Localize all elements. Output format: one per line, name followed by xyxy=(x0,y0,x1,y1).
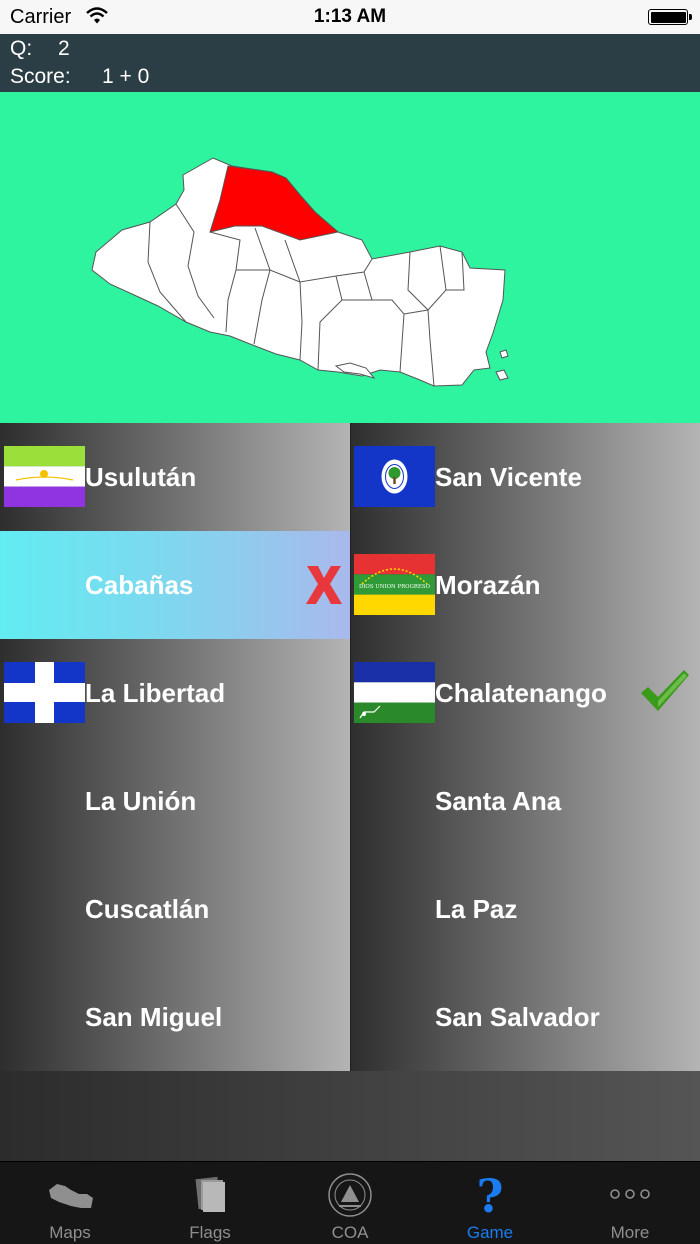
chalatenango-flag-icon xyxy=(354,662,435,723)
flags-icon xyxy=(195,1176,225,1212)
svg-text:?: ? xyxy=(477,1172,504,1218)
question-row: Q: 2 xyxy=(10,35,70,63)
tab-maps[interactable]: Maps xyxy=(0,1162,140,1244)
map-icon xyxy=(49,1184,93,1208)
question-mark-icon: ? xyxy=(477,1172,504,1218)
score-row: Score: 1 + 0 xyxy=(10,63,149,91)
answer-option-usulutan[interactable]: Usulután xyxy=(0,423,350,531)
score-value: 1 + 0 xyxy=(102,65,150,88)
la-libertad-flag-icon xyxy=(4,662,85,723)
background-filler xyxy=(0,1071,700,1161)
san-vicente-flag-icon xyxy=(354,446,435,507)
coat-of-arms-icon xyxy=(328,1173,372,1217)
battery-icon xyxy=(648,9,692,25)
el-salvador-map xyxy=(91,157,509,387)
tab-game[interactable]: ? Game xyxy=(420,1162,560,1244)
answer-option-cuscatlan[interactable]: Cuscatlán xyxy=(0,855,350,963)
tab-more[interactable]: More xyxy=(560,1162,700,1244)
answer-option-chalatenango[interactable]: Chalatenango xyxy=(350,639,700,747)
correct-checkmark-icon xyxy=(641,670,689,711)
clock: 1:13 AM xyxy=(313,6,387,27)
status-bar: Carrier 1:13 AM xyxy=(0,0,700,34)
answer-option-san-miguel[interactable]: San Miguel xyxy=(0,963,350,1071)
answer-option-san-vicente[interactable]: San Vicente xyxy=(350,423,700,531)
answer-option-santa-ana[interactable]: Santa Ana xyxy=(350,747,700,855)
answer-option-la-union[interactable]: La Unión xyxy=(0,747,350,855)
tab-bar: Maps Flags COA ? Game More xyxy=(0,1161,700,1244)
tab-flags[interactable]: Flags xyxy=(140,1162,280,1244)
svg-text:DIOS UNION PROGRESO: DIOS UNION PROGRESO xyxy=(359,584,431,590)
more-dots-icon xyxy=(610,1189,650,1199)
tab-coa[interactable]: COA xyxy=(280,1162,420,1244)
score-header: Q: 2 Score: 1 + 0 xyxy=(0,34,700,92)
answer-option-la-libertad[interactable]: La Libertad xyxy=(0,639,350,747)
answer-option-la-paz[interactable]: La Paz xyxy=(350,855,700,963)
morazan-flag-icon: DIOS UNION PROGRESO xyxy=(354,554,435,615)
score-label: Score: xyxy=(10,65,71,88)
answer-option-morazan[interactable]: DIOS UNION PROGRESO Morazán xyxy=(350,531,700,639)
question-label: Q: xyxy=(10,37,33,60)
answer-option-cabanas[interactable]: Cabañas xyxy=(0,531,350,639)
answer-option-san-salvador[interactable]: San Salvador xyxy=(350,963,700,1071)
wrong-x-icon xyxy=(306,566,342,604)
map-area xyxy=(0,92,700,423)
usulutan-flag-icon xyxy=(4,446,85,507)
question-number: 2 xyxy=(58,37,70,60)
answer-grid: Usulután San Vicente Cabañas DIOS UNION … xyxy=(0,423,700,1071)
